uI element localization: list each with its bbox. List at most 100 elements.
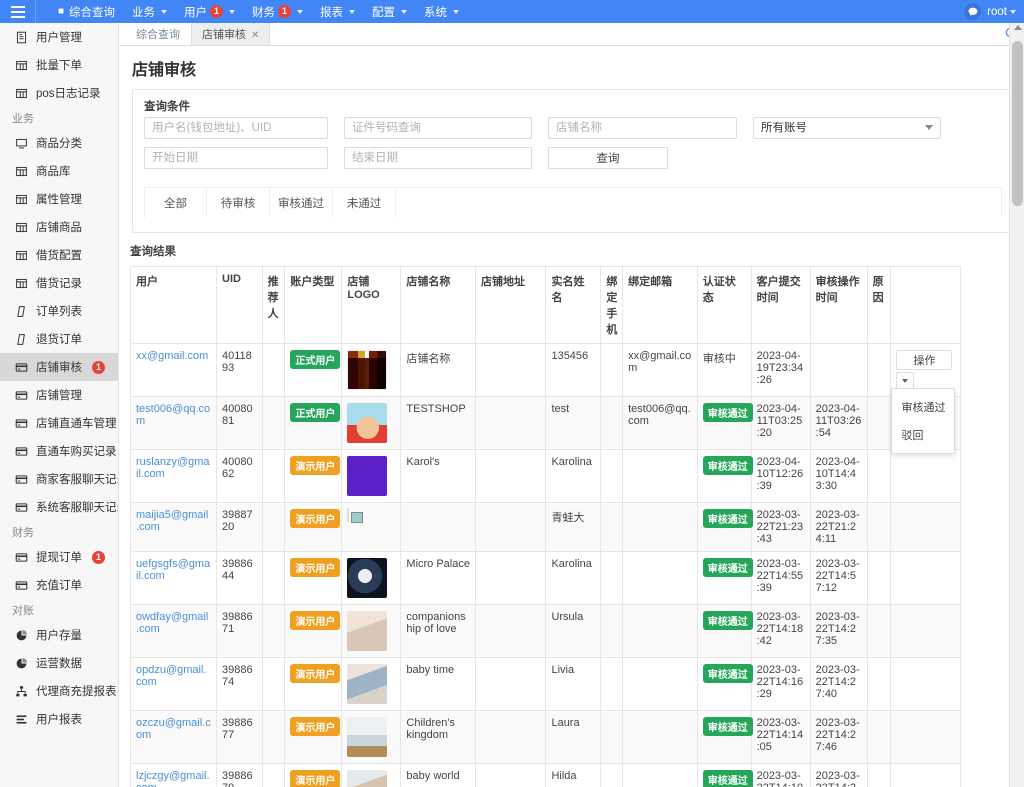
cell-认证状态: 审核通过 [696, 657, 753, 711]
user-email-link[interactable]: uefgsgfs@gmail.com [136, 558, 210, 582]
sidebar-item-11[interactable]: 退货订单 [0, 325, 118, 353]
user-email-link[interactable]: ozczu@gmail.com [136, 717, 211, 741]
status-tab-2[interactable]: 待审核 [207, 188, 270, 218]
sidebar-item-23[interactable]: 运营数据 [0, 649, 118, 677]
cell-认证状态: 审核通过 [696, 449, 753, 503]
close-icon[interactable]: ✕ [251, 30, 259, 41]
idcard-input[interactable] [344, 117, 532, 139]
cell-用户: xx@gmail.com [130, 343, 217, 397]
cell-用户: test006@qq.com [130, 396, 217, 450]
user-menu[interactable]: root [987, 6, 1016, 18]
user-email-link[interactable]: opdzu@gmail.com [136, 664, 206, 688]
sidebar-item-12[interactable]: 店铺审核 1 [0, 353, 118, 381]
status-tab-4[interactable]: 未通过 [333, 188, 396, 218]
account-type-select[interactable]: 所有账号 [753, 117, 941, 139]
user-email-link[interactable]: xx@gmail.com [136, 350, 208, 362]
topnav-item-4[interactable]: 财务 1 [244, 0, 311, 23]
sidebar-item-7[interactable]: 店铺商品 [0, 213, 118, 241]
topnav-item-2[interactable]: 业务 [124, 0, 175, 23]
action-menu-item-2[interactable]: 驳回 [892, 421, 954, 449]
topnav-item-3[interactable]: 用户 1 [176, 0, 243, 23]
sidebar-item-5[interactable]: 商品库 [0, 157, 118, 185]
topnav-item-label: 综合查询 [69, 6, 116, 19]
topnav-item-1[interactable]: ■ 综合查询 [50, 0, 123, 23]
sidebar-item-9[interactable]: 借货记录 [0, 269, 118, 297]
chevron-down-icon [401, 9, 408, 14]
astronaut-image [347, 558, 388, 598]
user-email-link[interactable]: maijia5@gmail.com [136, 509, 208, 533]
sidebar-item-19[interactable]: 提现订单 1 [0, 543, 118, 571]
shopname-input[interactable] [548, 117, 737, 139]
cell-推荐人 [261, 343, 286, 397]
sidebar-item-0[interactable]: 用户管理 [0, 23, 118, 51]
sidebar-item-label: 批量下单 [36, 60, 82, 72]
status-filter-tabs[interactable]: 全部 待审核 审核通过 未通过 [144, 187, 1002, 218]
topnav-item-6[interactable]: 配置 [364, 0, 415, 23]
action-menu-item-1[interactable]: 审核通过 [892, 393, 954, 421]
cell-店铺LOGO [341, 396, 402, 450]
sidebar-item-14[interactable]: 店铺直通车管理 [0, 409, 118, 437]
hamburger-menu-icon[interactable] [0, 0, 36, 23]
username-input[interactable] [144, 117, 328, 139]
uid-value: 4008062 [222, 456, 253, 480]
topnav-badge: 1 [210, 5, 224, 18]
cell-原因 [866, 396, 892, 450]
sidebar-item-6[interactable]: 属性管理 [0, 185, 118, 213]
nursery-image [347, 717, 388, 757]
cell-绑定邮箱 [622, 551, 698, 605]
status-tab-1[interactable]: 全部 [144, 188, 207, 218]
sidebar-item-25[interactable]: 用户报表 [0, 705, 118, 733]
topnav-item-7[interactable]: 系统 [416, 0, 467, 23]
column-header-6: 店铺名称 [400, 266, 476, 344]
table-icon [14, 248, 28, 262]
sidebar-item-2[interactable]: pos日志记录 [0, 79, 118, 107]
user-email-link[interactable]: ruslanzy@gmail.com [136, 456, 210, 480]
cell-UID: 4008062 [216, 449, 263, 503]
user-email-link[interactable]: owdfay@gmail.com [136, 611, 208, 635]
real-name-value: Livia [551, 664, 575, 676]
cell-客户提交时间: 2023-03-22T14:10:29 [750, 763, 811, 787]
action-button[interactable]: 操作 [896, 350, 953, 370]
submit-time-value: 2023-03-22T14:55:39 [756, 558, 804, 594]
user-email-link[interactable]: test006@qq.com [136, 403, 210, 427]
user-email-link[interactable]: lzjczgy@gmail.com [136, 770, 210, 787]
cell-UID: 3988677 [216, 710, 263, 764]
vertical-scrollbar[interactable] [1009, 23, 1024, 787]
sidebar-item-10[interactable]: 订单列表 [0, 297, 118, 325]
tab-2[interactable]: 店铺审核 ✕ [191, 23, 271, 45]
submit-time-value: 2023-03-22T14:18:42 [756, 611, 804, 647]
sidebar-item-13[interactable]: 店铺管理 [0, 381, 118, 409]
table-icon [14, 220, 28, 234]
sidebar-item-17[interactable]: 系统客服聊天记录 [0, 493, 118, 521]
tab-1[interactable]: 综合查询 [125, 23, 191, 45]
sidebar-item-24[interactable]: 代理商充提报表 [0, 677, 118, 705]
sidebar-item-4[interactable]: 商品分类 [0, 129, 118, 157]
cell-实名姓名: 135456 [545, 343, 602, 397]
cell-: 操作 审核通过 驳回 [890, 343, 961, 454]
scrollbar-thumb[interactable] [1012, 41, 1023, 206]
cell-绑定手机 [600, 449, 624, 503]
end-date-input[interactable] [344, 147, 532, 169]
table-row: ruslanzy@gmail.com 4008062 演示用户 Karol's Karo… [130, 449, 961, 503]
sidebar-item-20[interactable]: 充值订单 [0, 571, 118, 599]
sidebar[interactable]: 用户管理批量下单 pos日志记录业务商品分类 商品库 属性管理 店铺商品 借货配置 借货记录… [0, 23, 119, 787]
sidebar-item-15[interactable]: 直通车购买记录 [0, 437, 118, 465]
query-button[interactable]: 查询 [548, 147, 668, 169]
cell-UID: 4011893 [216, 343, 263, 397]
top-navigation-bar: ■ 综合查询 业务 用户 1 财务 1 报表 配置 系统 root [0, 0, 1024, 23]
sidebar-group-业务: 业务 [12, 113, 34, 125]
real-name-value: test [551, 403, 570, 415]
sidebar-item-16[interactable]: 商家客服聊天记录 [0, 465, 118, 493]
action-dropdown-menu[interactable]: 审核通过 驳回 [891, 388, 956, 454]
chat-bubble-icon[interactable] [964, 3, 982, 20]
sidebar-item-8[interactable]: 借货配置 [0, 241, 118, 269]
start-date-input[interactable] [144, 147, 328, 169]
cell-店铺名称: 店铺名称 [400, 343, 476, 397]
sidebar-item-22[interactable]: 用户存量 [0, 621, 118, 649]
real-name-value: Karolina [551, 456, 592, 468]
topnav-item-label: 报表 [320, 6, 344, 19]
sidebar-item-1[interactable]: 批量下单 [0, 51, 118, 79]
topnav-item-5[interactable]: 报表 [312, 0, 363, 23]
scroll-up-arrow-icon[interactable] [1014, 25, 1022, 30]
status-tab-3[interactable]: 审核通过 [270, 188, 333, 218]
